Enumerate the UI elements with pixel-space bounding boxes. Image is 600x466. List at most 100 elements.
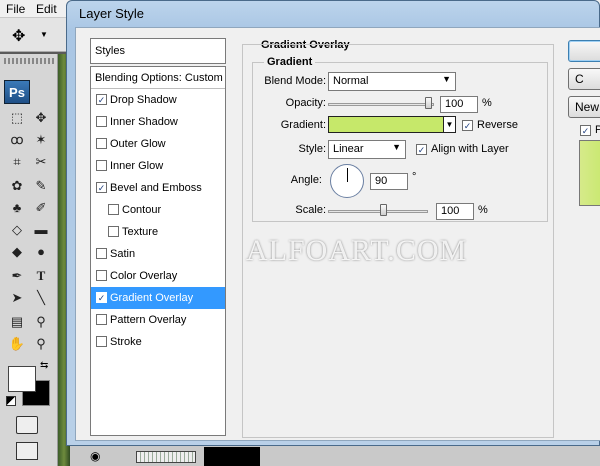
blending-options-item[interactable]: Blending Options: Custom <box>91 67 225 89</box>
default-colors-icon[interactable] <box>6 396 16 406</box>
menu-edit[interactable]: Edit <box>36 2 57 16</box>
style-item-label: Contour <box>122 204 162 216</box>
notes-tool-icon[interactable]: ▤ <box>6 312 28 332</box>
scale-slider-thumb[interactable] <box>380 204 387 216</box>
gradient-tool-icon[interactable]: ▬ <box>30 220 52 240</box>
style-checkbox[interactable] <box>96 138 107 149</box>
style-item-outer-glow[interactable]: Outer Glow <box>91 133 225 155</box>
reverse-check-icon[interactable]: ✓ <box>462 120 473 131</box>
styles-header[interactable]: Styles <box>90 38 226 64</box>
type-tool-icon[interactable]: T <box>30 266 52 286</box>
menu-file[interactable]: File <box>6 2 25 16</box>
align-with-layer-checkbox[interactable]: ✓ Align with Layer <box>416 143 509 157</box>
photoshop-logo: Ps <box>4 80 30 104</box>
style-item-label: Gradient Overlay <box>110 292 194 304</box>
reverse-checkbox[interactable]: ✓ Reverse <box>462 119 518 133</box>
healing-brush-icon[interactable]: ✿ <box>6 176 28 196</box>
move-tool-icon[interactable]: ✥ <box>12 26 25 46</box>
history-brush-icon[interactable]: ✐ <box>30 198 52 218</box>
angle-dial[interactable] <box>330 164 364 198</box>
path-selection-icon[interactable]: ➤ <box>6 288 28 308</box>
layer-mask-thumbnail[interactable] <box>204 447 260 466</box>
blend-mode-select[interactable]: Normal ▼ <box>328 72 456 91</box>
style-item-label: Outer Glow <box>110 138 166 150</box>
blend-mode-value: Normal <box>333 75 369 87</box>
style-checkbox[interactable]: ✓ <box>96 94 107 105</box>
style-item-drop-shadow[interactable]: ✓ Drop Shadow <box>91 89 225 111</box>
eraser-tool-icon[interactable]: ◇ <box>6 220 28 240</box>
pen-tool-icon[interactable]: ✒ <box>6 266 28 286</box>
crop-tool-icon[interactable]: ⌗ <box>6 152 28 172</box>
group-title-gradient: Gradient <box>264 56 316 68</box>
clone-stamp-icon[interactable]: ♣ <box>6 198 28 218</box>
style-label: Style: <box>298 143 326 155</box>
hand-tool-icon[interactable]: ✋ <box>6 334 28 354</box>
dialog-client: Styles Blending Options: Custom ✓ Drop Sha… <box>75 27 600 441</box>
style-checkbox[interactable] <box>96 160 107 171</box>
layer-thumbnail[interactable] <box>136 451 196 463</box>
style-checkbox[interactable]: ✓ <box>96 182 107 193</box>
quick-mask-icon[interactable] <box>16 416 38 434</box>
marquee-tool-icon[interactable]: ⬚ <box>6 108 28 128</box>
style-item-texture[interactable]: Texture <box>91 221 225 243</box>
opacity-slider-thumb[interactable] <box>425 97 432 109</box>
foreground-color-swatch[interactable] <box>8 366 36 392</box>
style-checkbox[interactable]: ✓ <box>96 292 107 303</box>
swap-colors-icon[interactable]: ⇆ <box>40 360 48 371</box>
zoom-tool-icon[interactable]: ⚲ <box>30 334 52 354</box>
style-item-label: Bevel and Emboss <box>110 182 202 194</box>
gradient-picker[interactable] <box>328 116 444 133</box>
styles-list: Blending Options: Custom ✓ Drop Shadow Inne… <box>90 66 226 436</box>
blend-mode-label: Blend Mode: <box>264 75 326 87</box>
dodge-tool-icon[interactable]: ● <box>30 242 52 262</box>
style-checkbox[interactable] <box>96 248 107 259</box>
ok-button[interactable] <box>568 40 600 62</box>
slice-tool-icon[interactable]: ✂ <box>30 152 52 172</box>
move-tool-icon[interactable]: ✥ <box>30 108 52 128</box>
eyedropper-icon[interactable]: ⚲ <box>30 312 52 332</box>
opacity-slider-track[interactable] <box>328 103 434 106</box>
style-item-stroke[interactable]: Stroke <box>91 331 225 353</box>
magic-wand-icon[interactable]: ✶ <box>30 130 52 150</box>
chevron-down-icon[interactable]: ▼ <box>443 116 456 133</box>
align-check-icon[interactable]: ✓ <box>416 144 427 155</box>
blur-tool-icon[interactable]: ◆ <box>6 242 28 262</box>
chevron-down-icon[interactable]: ▼ <box>40 30 48 39</box>
style-checkbox[interactable] <box>96 336 107 347</box>
style-item-color-overlay[interactable]: Color Overlay <box>91 265 225 287</box>
scale-slider-track[interactable] <box>328 210 428 213</box>
angle-input[interactable]: 90 <box>370 173 408 190</box>
style-item-gradient-overlay[interactable]: ✓ Gradient Overlay <box>91 287 225 309</box>
style-item-inner-shadow[interactable]: Inner Shadow <box>91 111 225 133</box>
style-item-label: Drop Shadow <box>110 94 177 106</box>
brush-tool-icon[interactable]: ✎ <box>30 176 52 196</box>
preview-checkbox[interactable]: ✓ P <box>580 124 600 138</box>
style-preview-swatch <box>579 140 600 206</box>
style-item-pattern-overlay[interactable]: Pattern Overlay <box>91 309 225 331</box>
style-item-label: Inner Shadow <box>110 116 178 128</box>
opacity-label: Opacity: <box>285 97 326 109</box>
style-item-contour[interactable]: Contour <box>91 199 225 221</box>
scale-label: Scale: <box>295 204 326 216</box>
style-checkbox[interactable] <box>108 204 119 215</box>
scale-input[interactable]: 100 <box>436 203 474 220</box>
style-item-satin[interactable]: Satin <box>91 243 225 265</box>
line-tool-icon[interactable]: ╲ <box>30 288 52 308</box>
eye-icon[interactable]: ◉ <box>90 449 100 463</box>
chevron-down-icon: ▼ <box>392 142 401 152</box>
style-checkbox[interactable] <box>96 116 107 127</box>
preview-check-icon[interactable]: ✓ <box>580 125 591 136</box>
toolbox-grip[interactable] <box>4 58 54 64</box>
style-checkbox[interactable] <box>96 270 107 281</box>
opacity-input[interactable]: 100 <box>440 96 478 113</box>
style-select[interactable]: Linear ▼ <box>328 140 406 159</box>
screen-mode-icon[interactable] <box>16 442 38 460</box>
dialog-title: Layer Style <box>79 6 145 21</box>
new-style-button[interactable]: New <box>568 96 600 118</box>
cancel-button[interactable]: C <box>568 68 600 90</box>
style-item-bevel-and-emboss[interactable]: ✓ Bevel and Emboss <box>91 177 225 199</box>
lasso-tool-icon[interactable]: ꝏ <box>6 130 28 150</box>
style-checkbox[interactable] <box>96 314 107 325</box>
style-item-inner-glow[interactable]: Inner Glow <box>91 155 225 177</box>
style-checkbox[interactable] <box>108 226 119 237</box>
